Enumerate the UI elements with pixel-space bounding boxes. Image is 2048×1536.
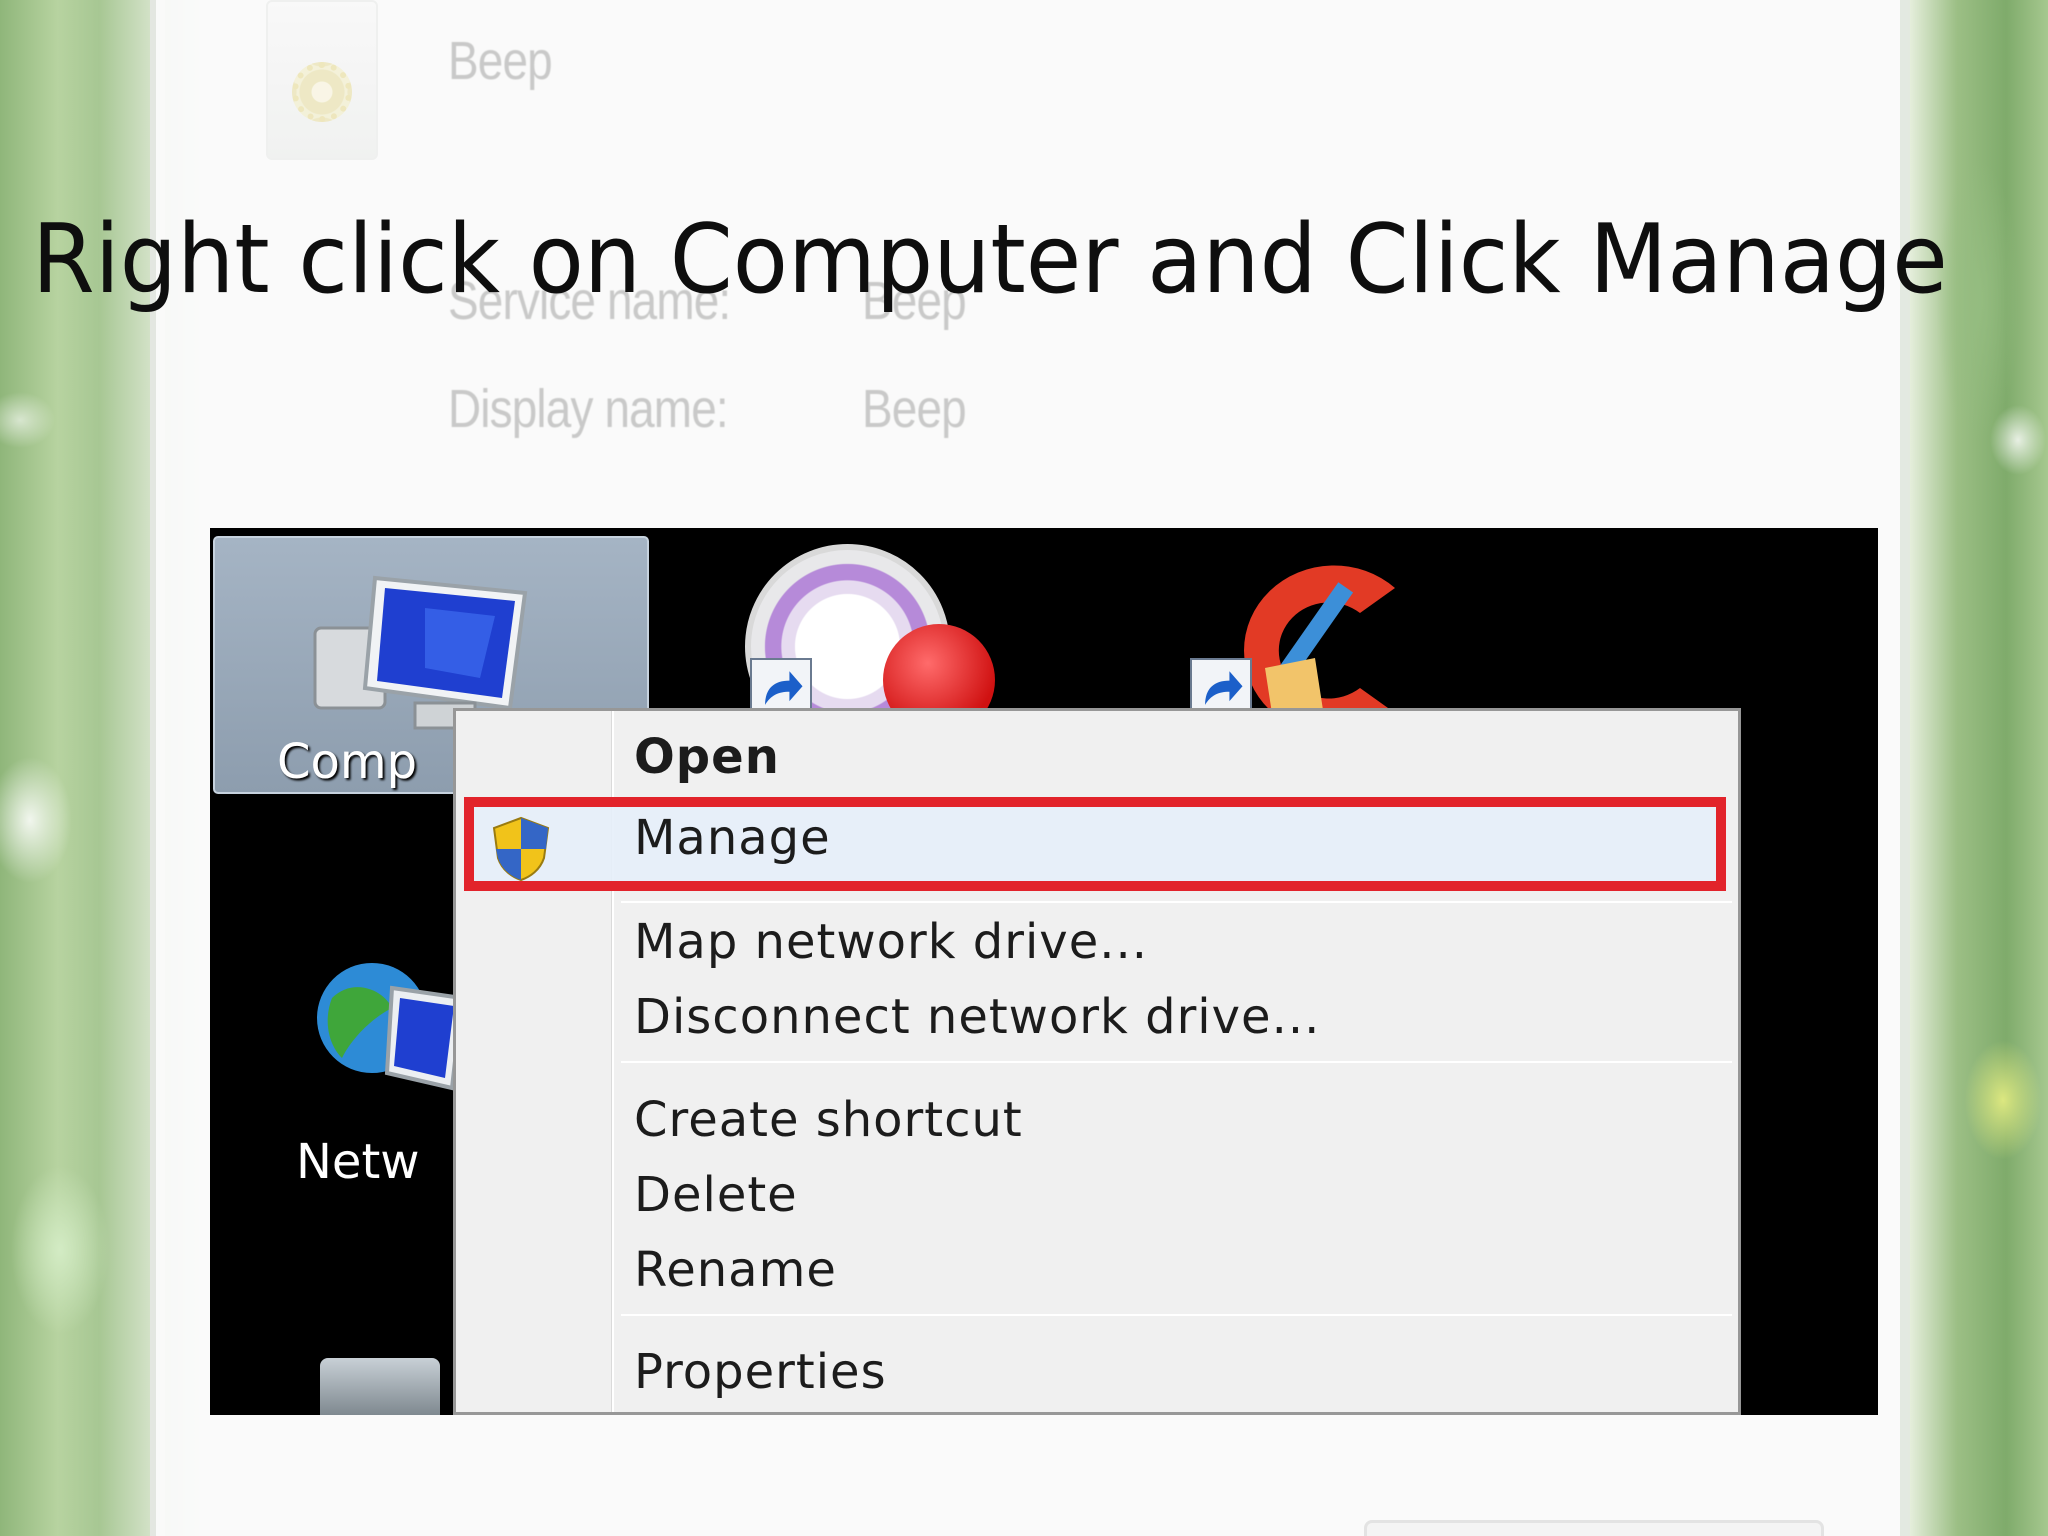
- menu-item-disconnect-network-drive[interactable]: Disconnect network drive...: [456, 983, 1738, 1053]
- service-title: Beep: [448, 31, 553, 91]
- shield-icon: [492, 816, 550, 882]
- menu-item-label: Disconnect network drive...: [634, 989, 1321, 1045]
- network-icon[interactable]: [302, 948, 462, 1108]
- menu-item-label: Map network drive...: [634, 914, 1148, 970]
- menu-item-rename[interactable]: Rename: [456, 1236, 1738, 1306]
- display-name-label: Display name:: [448, 379, 729, 439]
- recycle-bin-icon[interactable]: [320, 1358, 440, 1415]
- menu-item-label: Properties: [634, 1344, 887, 1400]
- menu-item-label: Manage: [634, 810, 831, 866]
- desktop-screenshot: Comp Netw Open Manage Map network drive.…: [210, 528, 1878, 1415]
- menu-separator: [621, 1314, 1732, 1316]
- menu-item-manage[interactable]: Manage: [456, 804, 1738, 882]
- menu-item-label: Create shortcut: [634, 1092, 1023, 1148]
- menu-item-label: Delete: [634, 1167, 798, 1223]
- display-name-value: Beep: [862, 379, 967, 439]
- service-file-icon: [266, 0, 378, 160]
- computer-label: Comp: [277, 734, 418, 790]
- menu-item-open[interactable]: Open: [456, 723, 1738, 793]
- menu-item-properties[interactable]: Properties: [456, 1338, 1738, 1408]
- network-label: Netw: [296, 1134, 420, 1190]
- menu-item-create-shortcut[interactable]: Create shortcut: [456, 1086, 1738, 1156]
- gear-icon: [292, 62, 352, 122]
- menu-separator: [621, 1061, 1732, 1063]
- menu-item-delete[interactable]: Delete: [456, 1161, 1738, 1231]
- context-menu: Open Manage Map network drive... Disconn…: [453, 708, 1741, 1415]
- menu-item-label: Rename: [634, 1242, 837, 1298]
- menu-item-label: Open: [634, 729, 780, 785]
- menu-separator: [621, 901, 1732, 903]
- slide-title: Right click on Computer and Click Manage: [32, 205, 1948, 315]
- dialog-button: [1364, 1520, 1824, 1536]
- menu-item-map-network-drive[interactable]: Map network drive...: [456, 908, 1738, 978]
